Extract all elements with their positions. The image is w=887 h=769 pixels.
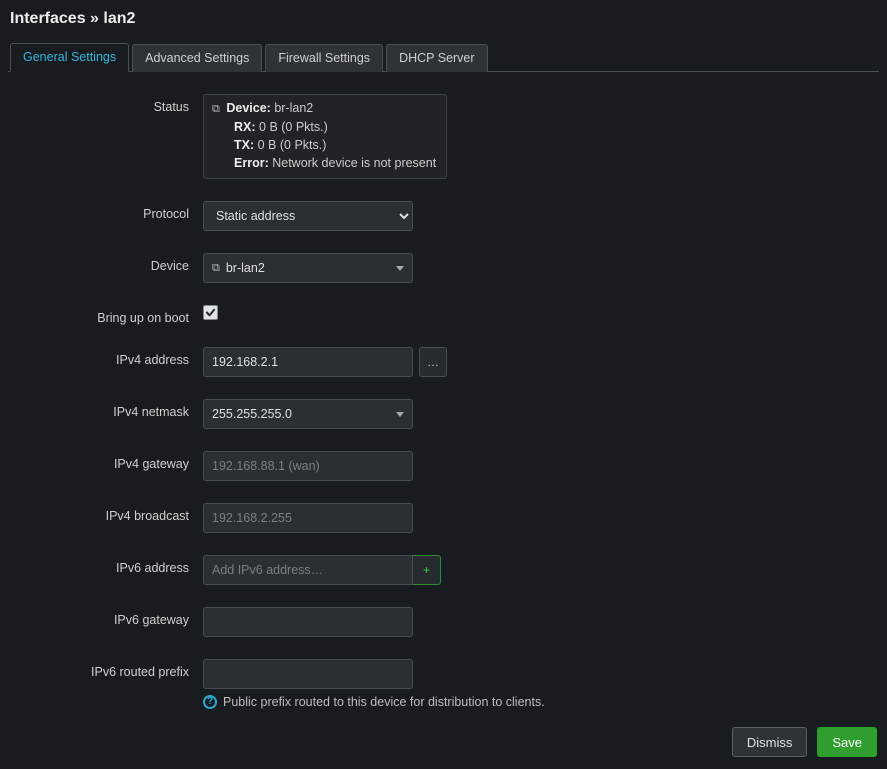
status-rx-label: RX: (234, 120, 256, 134)
status-device-value: br-lan2 (274, 101, 313, 115)
bridge-icon: ⧉ (212, 102, 220, 118)
ipv6-address-label: IPv6 address (8, 555, 203, 575)
ipv6-prefix-help: ? Public prefix routed to this device fo… (203, 695, 879, 709)
ipv4-address-label: IPv4 address (8, 347, 203, 367)
ipv6-address-add-button[interactable]: + (413, 555, 441, 585)
status-device-label: Device: (226, 101, 270, 115)
protocol-label: Protocol (8, 201, 203, 221)
dismiss-button[interactable]: Dismiss (732, 727, 808, 757)
check-icon (205, 307, 216, 318)
protocol-select[interactable]: Static address (203, 201, 413, 231)
status-box: ⧉ Device: br-lan2 RX: 0 B (0 Pkts.) TX: … (203, 94, 447, 179)
ipv4-broadcast-input[interactable] (203, 503, 413, 533)
status-rx-value: 0 B (0 Pkts.) (259, 120, 328, 134)
ipv4-gateway-label: IPv4 gateway (8, 451, 203, 471)
ipv4-address-input[interactable] (203, 347, 413, 377)
ipv6-gateway-input[interactable] (203, 607, 413, 637)
ipv4-address-more-button[interactable]: … (419, 347, 447, 377)
status-tx-label: TX: (234, 138, 254, 152)
dialog-footer: Dismiss Save (732, 727, 877, 757)
status-error-value: Network device is not present (272, 156, 436, 170)
dialog-title: Interfaces » lan2 (8, 0, 879, 42)
tab-bar: General Settings Advanced Settings Firew… (8, 42, 879, 72)
bringup-label: Bring up on boot (8, 305, 203, 325)
ipv6-prefix-help-text: Public prefix routed to this device for … (223, 695, 545, 709)
status-tx-value: 0 B (0 Pkts.) (258, 138, 327, 152)
chevron-down-icon (396, 266, 404, 271)
ipv4-netmask-value: 255.255.255.0 (212, 407, 292, 421)
ipv4-gateway-input[interactable] (203, 451, 413, 481)
info-icon: ? (203, 695, 217, 709)
tab-general-settings[interactable]: General Settings (10, 43, 129, 72)
device-select-value: br-lan2 (226, 261, 265, 275)
save-button[interactable]: Save (817, 727, 877, 757)
bridge-icon: ⧉ (212, 262, 220, 275)
ipv4-netmask-label: IPv4 netmask (8, 399, 203, 419)
device-label: Device (8, 253, 203, 273)
status-label: Status (8, 94, 203, 114)
chevron-down-icon (396, 412, 404, 417)
ipv6-address-input[interactable] (203, 555, 413, 585)
tab-dhcp-server[interactable]: DHCP Server (386, 44, 487, 72)
ipv4-broadcast-label: IPv4 broadcast (8, 503, 203, 523)
ipv6-routed-prefix-input[interactable] (203, 659, 413, 689)
ipv6-gateway-label: IPv6 gateway (8, 607, 203, 627)
general-settings-form: Status ⧉ Device: br-lan2 RX: 0 B (0 Pkts… (8, 72, 879, 709)
device-select[interactable]: ⧉ br-lan2 (203, 253, 413, 283)
interface-edit-dialog: Interfaces » lan2 General Settings Advan… (0, 0, 887, 769)
bring-up-on-boot-checkbox[interactable] (203, 305, 218, 320)
ipv6-prefix-label: IPv6 routed prefix (8, 659, 203, 679)
status-error-label: Error: (234, 156, 269, 170)
ipv4-netmask-select[interactable]: 255.255.255.0 (203, 399, 413, 429)
tab-advanced-settings[interactable]: Advanced Settings (132, 44, 262, 72)
tab-firewall-settings[interactable]: Firewall Settings (265, 44, 383, 72)
